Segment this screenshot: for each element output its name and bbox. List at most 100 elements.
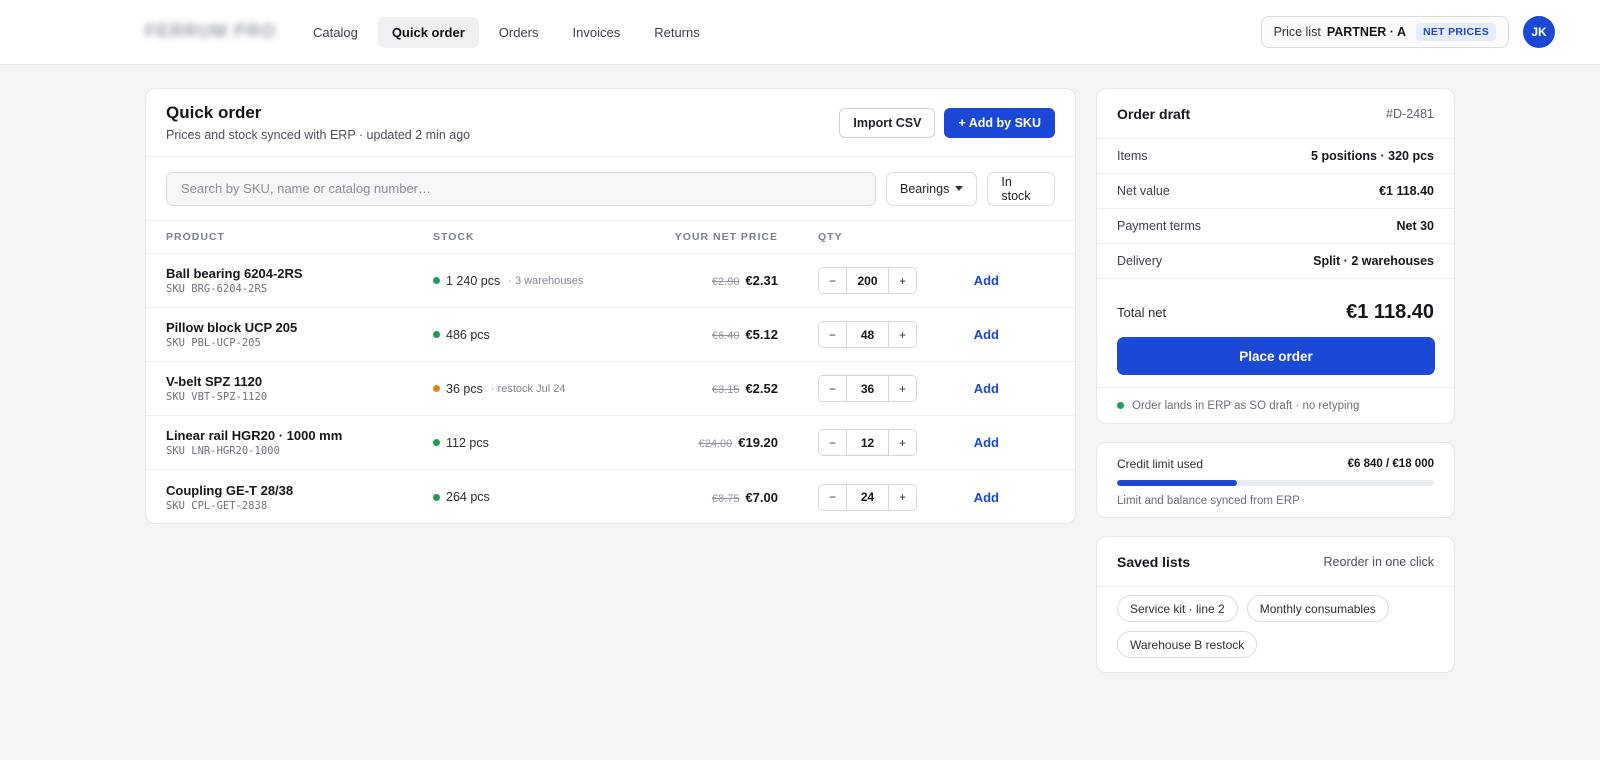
increment-button[interactable]: +	[889, 430, 916, 455]
column-header-qty[interactable]: QTY	[778, 231, 923, 243]
search-input[interactable]	[166, 171, 876, 206]
filter-row: Bearings In stock	[146, 157, 1075, 221]
increment-button[interactable]: +	[889, 484, 916, 510]
table-row: Ball bearing 6204-2RS SKU BRG-6204-2RS 1…	[146, 254, 1075, 308]
category-filter-dropdown[interactable]: Bearings	[886, 171, 978, 206]
product-name[interactable]: V-belt SPZ 1120	[166, 374, 433, 389]
summary-label: Net value	[1117, 184, 1170, 198]
product-sku: SKU VBT-SPZ-1120	[166, 391, 268, 403]
quantity-stepper: − 36 +	[818, 375, 917, 402]
saved-list-chip[interactable]: Monthly consumables	[1246, 595, 1389, 622]
quick-order-header: Quick order Prices and stock synced with…	[146, 89, 1075, 157]
list-price: €8.75	[711, 492, 740, 505]
increment-button[interactable]: +	[889, 376, 916, 401]
summary-value: Net 30	[1396, 219, 1434, 233]
reorder-link[interactable]: Reorder in one click	[1324, 555, 1434, 569]
product-sku: SKU PBL-UCP-205	[166, 337, 261, 349]
order-draft-title: Order draft	[1117, 105, 1191, 122]
saved-lists-card: Saved lists Reorder in one click Service…	[1096, 536, 1455, 673]
sync-status-text: Prices and stock synced with ERP · updat…	[166, 128, 471, 142]
quantity-stepper: − 48 +	[818, 321, 917, 348]
top-bar: FERRUM PRO Catalog Quick order Orders In…	[0, 0, 1600, 65]
status-dot-icon	[433, 439, 440, 446]
table-row: V-belt SPZ 1120 SKU VBT-SPZ-1120 36 pcs …	[146, 362, 1075, 416]
category-filter-label: Bearings	[900, 181, 950, 196]
net-price: €2.52	[745, 381, 778, 396]
quantity-input[interactable]: 200	[846, 268, 889, 293]
table-header: PRODUCT STOCK YOUR NET PRICE QTY	[146, 221, 1075, 254]
net-price: €7.00	[745, 489, 778, 505]
add-by-sku-button[interactable]: + Add by SKU	[944, 107, 1055, 138]
table-row: Coupling GE-T 28/38 SKU CPL-GET-2838 264…	[146, 470, 1075, 524]
place-order-button[interactable]: Place order	[1117, 337, 1435, 375]
stock-note: · restock Jul 24	[490, 382, 566, 395]
status-dot-icon	[433, 493, 440, 501]
summary-value: 5 positions · 320 pcs	[1311, 149, 1434, 163]
page-title: Quick order	[166, 103, 262, 122]
credit-progress-fill	[1117, 480, 1238, 486]
product-name[interactable]: Pillow block UCP 205	[166, 320, 433, 335]
stock-quantity: 486 pcs	[446, 327, 490, 342]
decrement-button[interactable]: −	[819, 430, 846, 455]
user-avatar[interactable]: JK	[1523, 16, 1555, 48]
stock-quantity: 1 240 pcs	[446, 273, 501, 288]
chevron-down-icon	[955, 186, 964, 191]
nav-catalog[interactable]: Catalog	[299, 17, 372, 48]
column-header-stock[interactable]: STOCK	[433, 231, 623, 243]
net-price: €5.12	[745, 327, 778, 342]
column-header-price[interactable]: YOUR NET PRICE	[623, 231, 778, 243]
stock-quantity: 112 pcs	[446, 435, 489, 450]
credit-progress-bar	[1117, 480, 1434, 486]
decrement-button[interactable]: −	[819, 322, 846, 347]
price-list-value: PARTNER · A	[1326, 25, 1406, 39]
price-list-label: Price list	[1273, 25, 1321, 39]
add-to-order-button[interactable]: Add	[974, 327, 1013, 342]
total-label: Total net	[1117, 304, 1167, 320]
product-name[interactable]: Linear rail HGR20 · 1000 mm	[166, 428, 433, 443]
in-stock-filter-button[interactable]: In stock	[987, 171, 1055, 206]
erp-note-text: Order lands in ERP as SO draft · no rety…	[1132, 399, 1360, 412]
quantity-input[interactable]: 24	[846, 484, 889, 510]
list-price: €3.15	[711, 384, 740, 396]
credit-limit-card: Credit limit used €6 840 / €18 000 Limit…	[1096, 442, 1455, 518]
import-csv-button[interactable]: Import CSV	[839, 107, 936, 138]
price-list-selector[interactable]: Price list PARTNER · A NET PRICES	[1260, 16, 1509, 48]
summary-label: Delivery	[1117, 254, 1163, 268]
add-to-order-button[interactable]: Add	[974, 435, 1013, 450]
summary-terms-row: Payment terms Net 30	[1097, 209, 1454, 244]
product-name[interactable]: Ball bearing 6204-2RS	[166, 266, 433, 281]
quantity-input[interactable]: 12	[846, 430, 889, 455]
order-draft-card: Order draft #D-2481 Items 5 positions · …	[1096, 88, 1455, 424]
saved-list-chip[interactable]: Service kit · line 2	[1117, 595, 1238, 622]
product-name[interactable]: Coupling GE-T 28/38	[166, 483, 433, 498]
total-value: €1 118.40	[1346, 300, 1434, 323]
decrement-button[interactable]: −	[819, 484, 846, 510]
net-prices-badge: NET PRICES	[1415, 23, 1496, 41]
add-to-order-button[interactable]: Add	[974, 273, 1013, 288]
increment-button[interactable]: +	[889, 322, 916, 347]
table-row: Linear rail HGR20 · 1000 mm SKU LNR-HGR2…	[146, 416, 1075, 470]
brand-logo[interactable]: FERRUM PRO	[145, 21, 275, 43]
nav-returns[interactable]: Returns	[640, 17, 714, 48]
quantity-input[interactable]: 48	[846, 322, 889, 347]
decrement-button[interactable]: −	[819, 376, 846, 401]
quantity-input[interactable]: 36	[846, 376, 889, 401]
total-net-row: Total net €1 118.40	[1097, 279, 1454, 335]
add-to-order-button[interactable]: Add	[974, 490, 1013, 505]
column-header-product[interactable]: PRODUCT	[166, 231, 433, 243]
summary-value: €1 118.40	[1379, 184, 1434, 198]
nav-orders[interactable]: Orders	[485, 17, 553, 48]
saved-list-chip[interactable]: Warehouse B restock	[1117, 631, 1258, 658]
table-row: Pillow block UCP 205 SKU PBL-UCP-205 486…	[146, 308, 1075, 362]
add-to-order-button[interactable]: Add	[974, 381, 1013, 396]
quick-order-card: Quick order Prices and stock synced with…	[145, 88, 1076, 524]
stock-quantity: 36 pcs	[446, 381, 483, 396]
nav-invoices[interactable]: Invoices	[559, 17, 635, 48]
list-price: €6.40	[711, 330, 740, 342]
decrement-button[interactable]: −	[819, 268, 846, 293]
nav-quick-order[interactable]: Quick order	[377, 16, 479, 48]
increment-button[interactable]: +	[889, 268, 916, 293]
net-price: €19.20	[738, 435, 778, 450]
credit-note: Limit and balance synced from ERP	[1117, 495, 1300, 507]
quantity-stepper: − 12 +	[818, 429, 917, 456]
